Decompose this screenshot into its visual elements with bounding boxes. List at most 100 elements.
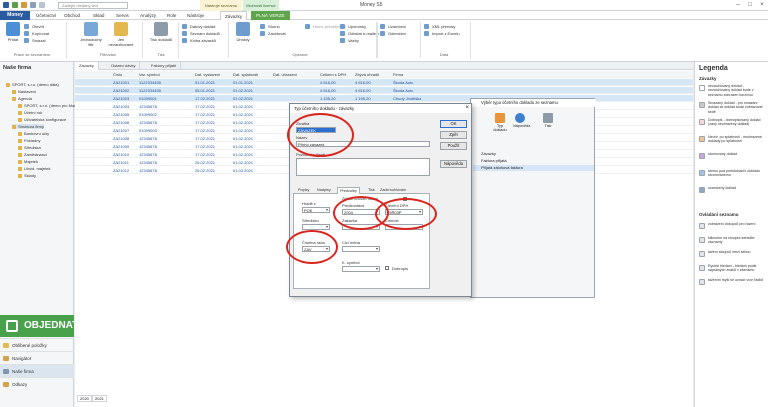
tab-nastroje[interactable]: Nástroje	[187, 11, 204, 20]
copy-button[interactable]: Kopírovat	[24, 30, 49, 37]
col-header[interactable]: Dat. uhrazení	[273, 71, 297, 78]
money-menu-button[interactable]: Money	[0, 11, 30, 20]
table-row[interactable]: ZA21001 1122334455 01.01.2021 01.01.2021 4 6…	[75, 79, 693, 86]
tab-predvolby[interactable]: Předvolby	[337, 187, 360, 194]
poznamka-textarea[interactable]	[296, 158, 430, 176]
context-tab-license-options[interactable]: Možnosti licence	[243, 0, 279, 11]
annotation-ring-zkratka	[287, 113, 354, 157]
tree-item[interactable]: Zaměstnanci	[18, 152, 47, 157]
table-cell: ZA21009	[113, 144, 130, 149]
search-input[interactable]: Zadejte hledaný text	[58, 2, 128, 9]
tree-item-selected[interactable]: Struktura firmy	[12, 124, 45, 129]
tree-item[interactable]: Pokladny	[18, 138, 40, 143]
document-list-button[interactable]: Seznam dokladů	[182, 30, 220, 37]
ribbon-separator	[178, 22, 179, 58]
close-window-button[interactable]: ×	[757, 1, 767, 9]
minimize-button[interactable]: –	[733, 1, 743, 9]
only-unposted-button[interactable]: Jen nezaúčtované	[108, 22, 134, 47]
col-header[interactable]: Firma	[393, 71, 403, 78]
print-documents-button[interactable]: Tisk dokladů	[148, 22, 174, 42]
tab-zaokrouhlovani[interactable]: Zaokrouhlování	[378, 187, 408, 194]
list-item[interactable]: Faktura přijatá	[473, 158, 594, 164]
col-header[interactable]: Dat. splatnosti	[233, 71, 258, 78]
hradit-select[interactable]: POK	[302, 207, 330, 213]
tab-tisk[interactable]: Tisk	[366, 187, 377, 194]
delete-button[interactable]: Smazat	[24, 37, 46, 44]
payments-button[interactable]: Úhrady	[230, 22, 256, 42]
tree-item[interactable]: Agenda	[12, 96, 32, 101]
back-button[interactable]: Zpět	[440, 131, 467, 139]
tree-item[interactable]: Bankovní účty	[18, 131, 49, 136]
tab-sklad[interactable]: Sklad	[93, 11, 105, 20]
tab-popisy[interactable]: Popisy	[296, 187, 311, 194]
open-button[interactable]: Otevřít	[24, 23, 44, 30]
excel-import-button[interactable]: Import z Excelu	[424, 30, 460, 37]
nav-navigator[interactable]: Navigátor	[0, 351, 74, 364]
table-row[interactable]: ZA21002 1122334455 05.01.2021 01.02.2021 4 6…	[75, 87, 693, 94]
table-row[interactable]: ZA21003 01009001 17.02.2021 01.02.2021 1 195…	[75, 95, 693, 102]
nav-our-company[interactable]: Naše firma	[0, 364, 74, 377]
tab-plna-verze[interactable]: PLNÁ VERZE	[251, 11, 290, 20]
close-icon[interactable]: ×	[465, 104, 469, 113]
col-header[interactable]: Celkem s DPH	[320, 71, 346, 78]
ok-button[interactable]: OK	[440, 120, 467, 128]
reminders-button[interactable]: Upomínky	[340, 23, 366, 30]
col-header[interactable]: Dat. vystavení	[195, 71, 220, 78]
k-symbol-select[interactable]	[342, 266, 380, 272]
undo-quick-icon[interactable]	[21, 2, 27, 8]
col-header[interactable]: Var. symbol	[139, 71, 160, 78]
unlock-button[interactable]: Odemčení	[380, 30, 406, 37]
lock-button[interactable]: Uzamčení	[380, 23, 406, 30]
help-button[interactable]: Nápověda	[440, 160, 467, 168]
tab-nadpisy[interactable]: Nadpisy	[315, 187, 333, 194]
list-item-selected[interactable]: Přijatá zálohová faktura	[473, 165, 594, 171]
redo-quick-icon[interactable]	[30, 2, 36, 8]
maximize-button[interactable]: □	[745, 1, 755, 9]
xml-transfers-button[interactable]: XML přenosy	[424, 23, 455, 30]
post-button[interactable]: Zaúčtovat	[260, 30, 286, 37]
tab-ucetnictvi[interactable]: Účetnictví	[36, 11, 56, 20]
tree-item[interactable]: Likvid. majetek	[18, 166, 50, 171]
stredisko-select[interactable]	[302, 224, 330, 230]
nav-links[interactable]: Odkazy	[0, 377, 74, 390]
help-tool[interactable]: Nápověda	[513, 113, 530, 128]
apply-button[interactable]: Použít	[440, 142, 467, 150]
tree-item[interactable]: Sklady	[18, 173, 36, 178]
tree-item[interactable]: Majetek	[18, 159, 38, 164]
tab-analyzy[interactable]: Analýzy	[140, 11, 156, 20]
tab-liabilities[interactable]: Závazky	[75, 62, 99, 70]
tab-obchod[interactable]: Obchod	[64, 11, 80, 20]
tab-servis[interactable]: Servis	[116, 11, 129, 20]
order-button[interactable]: OBJEDNAT	[0, 315, 78, 337]
document-type-tool[interactable]: Typ dokladu	[493, 113, 507, 132]
send-email-button[interactable]: Odeslat e-mailem	[340, 30, 379, 37]
tree-item[interactable]: Uživatelská konfigurace	[18, 117, 66, 122]
col-header[interactable]: Číslo	[113, 71, 122, 78]
year-tab[interactable]: 2020	[77, 395, 92, 402]
cizi-mena-select[interactable]	[342, 246, 380, 252]
dobropis-checkbox[interactable]	[385, 266, 389, 270]
tab-zavazky[interactable]: Závazky	[220, 11, 248, 20]
liabilities-book-button[interactable]: Kniha závazků	[182, 37, 216, 44]
tab-role[interactable]: Role	[167, 11, 176, 20]
help-quick-icon[interactable]	[39, 2, 45, 8]
storno-button[interactable]: Storno	[260, 23, 280, 30]
add-button[interactable]: Přidat	[0, 22, 26, 42]
links-button[interactable]: Vazby	[340, 37, 359, 44]
data-document-button[interactable]: Datový doklad	[182, 23, 215, 30]
tree-item[interactable]: Střediska	[18, 145, 41, 150]
save-quick-icon[interactable]	[12, 2, 18, 8]
simple-filter-button[interactable]: Jednoduchý filtr	[78, 22, 104, 47]
tab-received-invoices[interactable]: Faktury přijaté	[147, 62, 182, 70]
tree-item[interactable]: Nastavení	[12, 89, 36, 94]
tree-item[interactable]: Účetní rok	[18, 110, 42, 115]
print-tool[interactable]: Tisk	[541, 113, 555, 128]
tree-item[interactable]: SPORT, s.r.o. (demo data)	[6, 82, 59, 87]
list-item[interactable]: Závazky	[473, 151, 594, 157]
col-header[interactable]: Zbývá uhradit	[355, 71, 379, 78]
year-tab[interactable]: 2021	[92, 395, 107, 402]
context-tab-list-tools[interactable]: Nástroje seznamu	[200, 0, 242, 11]
nav-favorites[interactable]: Oblíbené položky	[0, 338, 74, 351]
tab-other-batches[interactable]: Ostatní dávky	[107, 62, 141, 70]
table-cell: 17.02.2021	[195, 120, 216, 125]
